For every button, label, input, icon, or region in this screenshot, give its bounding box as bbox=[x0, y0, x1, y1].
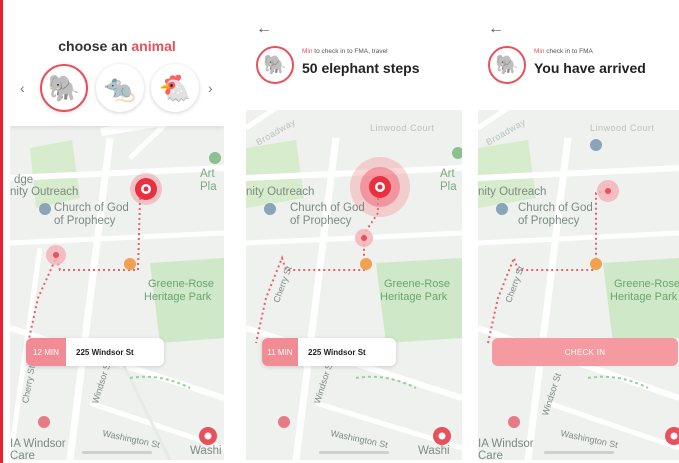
arrived-header-card: ← 🐘 Min check in to FMA You have arrived bbox=[478, 8, 679, 110]
map-label: Art bbox=[440, 168, 455, 180]
subtitle-minutes: Min bbox=[534, 48, 545, 55]
home-indicator bbox=[82, 451, 152, 454]
arrived-headline: You have arrived bbox=[534, 60, 646, 76]
map-label: of Prophecy bbox=[290, 215, 352, 227]
arrived-subtitle: Min check in to FMA bbox=[534, 48, 593, 55]
map-label: Linwood Court bbox=[590, 123, 655, 133]
title-prefix: choose an bbox=[58, 38, 132, 54]
selected-animal-avatar: 🐘 bbox=[488, 46, 526, 84]
map-label: Heritage Park bbox=[610, 291, 678, 303]
destination-address: 225 Windsor St bbox=[308, 347, 366, 357]
chevron-right-icon[interactable]: › bbox=[208, 80, 213, 96]
stage: dge nity Outreach Church of God of Proph… bbox=[0, 0, 679, 463]
left-edge-bar bbox=[0, 0, 3, 463]
map-label: Care bbox=[478, 450, 503, 460]
map-label: Heritage Park bbox=[144, 291, 212, 303]
back-arrow-icon[interactable]: ← bbox=[488, 20, 504, 38]
map-label: Linwood Court bbox=[370, 123, 435, 133]
map-label: Care bbox=[10, 450, 35, 460]
map-label: Art bbox=[200, 168, 215, 180]
subtitle-text: check in to FMA bbox=[544, 48, 593, 55]
travel-subtitle: Min to check in to FMA, travel bbox=[302, 48, 388, 55]
animal-option-mouse[interactable]: 🐀 bbox=[96, 64, 144, 112]
screen-arrived: Linwood Court Broadway nity Outreach Chu… bbox=[478, 8, 679, 460]
eta-pill[interactable]: 11 MIN 225 Windsor St bbox=[262, 338, 396, 366]
map-label: Pla bbox=[200, 181, 217, 193]
map-label: Church of God bbox=[290, 202, 365, 214]
mouse-icon: 🐀 bbox=[103, 72, 137, 103]
map-label: Church of God bbox=[518, 202, 593, 214]
screen-choose-animal: dge nity Outreach Church of God of Proph… bbox=[10, 8, 224, 460]
map-label: Pla bbox=[440, 181, 457, 193]
subtitle-minutes: Min bbox=[302, 48, 313, 55]
eta-minutes: 11 MIN bbox=[262, 338, 298, 366]
eta-pill[interactable]: 12 MIN 225 Windsor St bbox=[26, 338, 164, 366]
map-label: nity Outreach bbox=[246, 186, 315, 198]
map-label: of Prophecy bbox=[518, 215, 580, 227]
steps-headline: 50 elephant steps bbox=[302, 60, 420, 76]
travel-header-card: ← 🐘 Min to check in to FMA, travel 50 el… bbox=[246, 8, 462, 110]
map-label: Greene-Rose bbox=[614, 278, 679, 290]
map-label: Church of God bbox=[54, 202, 129, 214]
map-label: Washi bbox=[418, 445, 450, 457]
eta-minutes: 12 MIN bbox=[26, 338, 66, 366]
selected-animal-avatar: 🐘 bbox=[256, 46, 294, 84]
chevron-left-icon[interactable]: ‹ bbox=[20, 80, 25, 96]
chicken-icon: 🐔 bbox=[158, 72, 192, 103]
map-label: Greene-Rose bbox=[384, 278, 451, 290]
back-arrow-icon[interactable]: ← bbox=[256, 20, 272, 38]
animal-option-elephant[interactable]: 🐘 bbox=[40, 64, 88, 112]
map-label: of Prophecy bbox=[54, 215, 116, 227]
map-label: nity Outreach bbox=[10, 186, 79, 198]
animal-option-chicken[interactable]: 🐔 bbox=[151, 64, 199, 112]
map-label: Heritage Park bbox=[380, 291, 448, 303]
page-title: choose an animal bbox=[10, 38, 224, 54]
home-indicator bbox=[319, 451, 389, 454]
screen-travel: Linwood Court Broadway nity Outreach Chu… bbox=[246, 8, 462, 460]
check-in-button[interactable]: CHECK IN bbox=[492, 338, 678, 366]
elephant-icon: 🐘 bbox=[47, 72, 81, 103]
home-indicator bbox=[543, 451, 614, 454]
subtitle-text: to check in to FMA, travel bbox=[312, 48, 388, 55]
title-accent: animal bbox=[131, 38, 176, 54]
map-label: Washi bbox=[190, 445, 222, 457]
elephant-icon: 🐘 bbox=[263, 55, 287, 76]
destination-address: 225 Windsor St bbox=[76, 347, 134, 357]
animal-picker-card: choose an animal ‹ 🐘 🐀 🐔 › bbox=[10, 8, 224, 126]
map-label: nity Outreach bbox=[478, 186, 547, 198]
map-label: Greene-Rose bbox=[148, 278, 215, 290]
elephant-icon: 🐘 bbox=[495, 55, 519, 76]
